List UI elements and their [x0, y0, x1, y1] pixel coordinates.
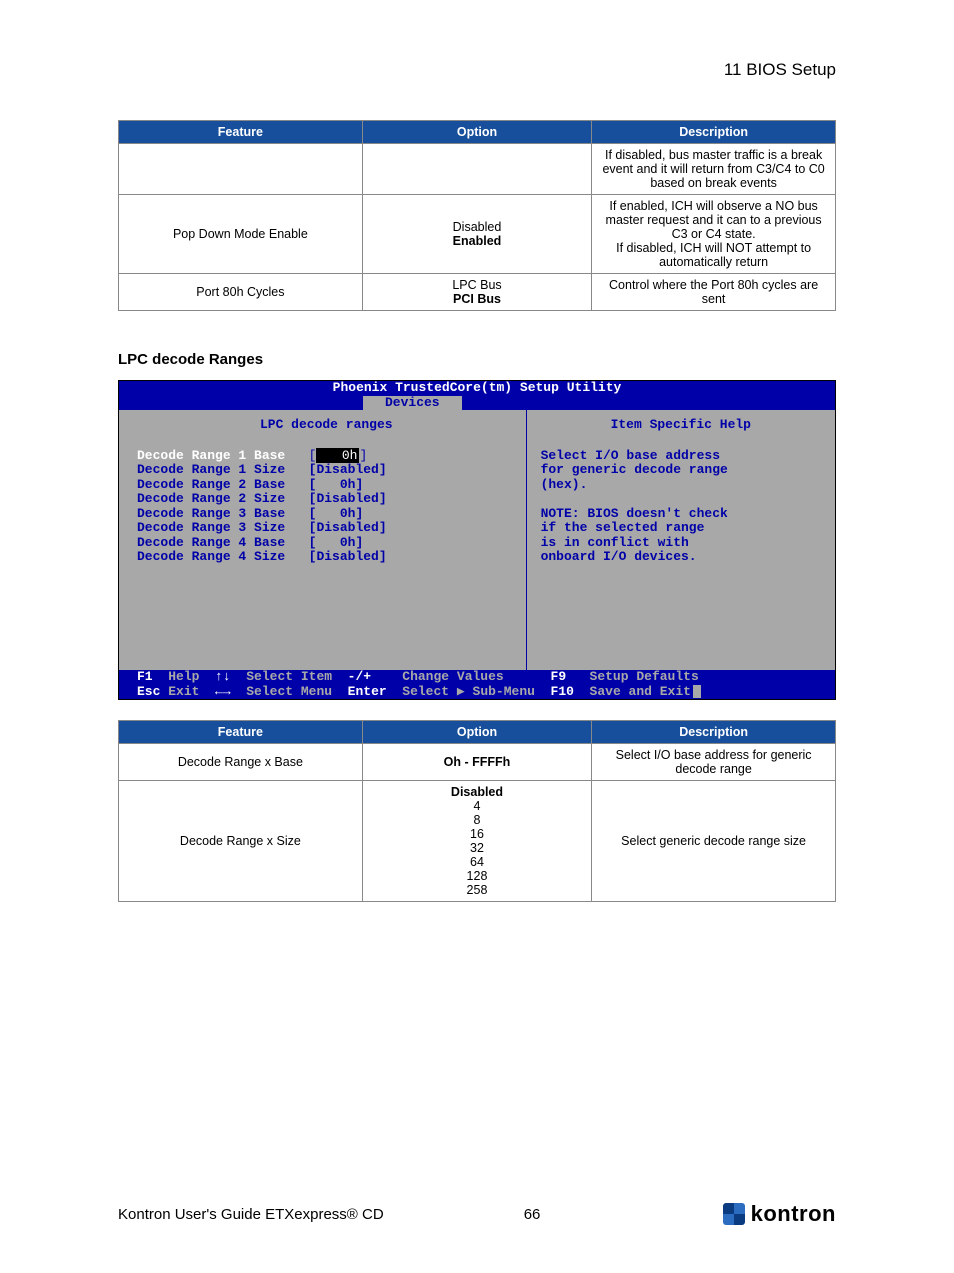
- cell-option: LPC BusPCI Bus: [362, 274, 591, 311]
- brand: kontron: [723, 1201, 836, 1227]
- bios-item: Decode Range 4 Base [ 0h]: [137, 536, 516, 551]
- table-row: Decode Range x BaseOh - FFFFhSelect I/O …: [119, 744, 836, 781]
- cell-feature: Port 80h Cycles: [119, 274, 363, 311]
- cell-description: Select I/O base address for generic deco…: [592, 744, 836, 781]
- table-row: If disabled, bus master traffic is a bre…: [119, 144, 836, 195]
- page-footer: Kontron User's Guide ETXexpress® CD 66 k…: [118, 1201, 836, 1227]
- bios-screenshot: Phoenix TrustedCore(tm) Setup Utility De…: [118, 380, 836, 700]
- th-feature: Feature: [119, 721, 363, 744]
- cell-option: DisabledEnabled: [362, 195, 591, 274]
- section-title: 11 BIOS Setup: [118, 60, 836, 80]
- bios-item: Decode Range 1 Base [ 0h]: [137, 449, 516, 464]
- bios-item: Decode Range 2 Base [ 0h]: [137, 478, 516, 493]
- table-row: Port 80h CyclesLPC BusPCI BusControl whe…: [119, 274, 836, 311]
- cell-description: If enabled, ICH will observe a NO bus ma…: [592, 195, 836, 274]
- bios-help-text: Select I/O base addressfor generic decod…: [541, 449, 821, 565]
- feature-table-1: Feature Option Description If disabled, …: [118, 120, 836, 311]
- bios-item: Decode Range 4 Size [Disabled]: [137, 550, 516, 565]
- cell-feature: Decode Range x Size: [119, 781, 363, 902]
- bios-left-heading: LPC decode ranges: [137, 418, 516, 433]
- cell-description: Select generic decode range size: [592, 781, 836, 902]
- cell-feature: Pop Down Mode Enable: [119, 195, 363, 274]
- th-description: Description: [592, 121, 836, 144]
- cell-feature: [119, 144, 363, 195]
- brand-logo-icon: [723, 1203, 745, 1225]
- cell-description: Control where the Port 80h cycles are se…: [592, 274, 836, 311]
- cell-option: [362, 144, 591, 195]
- cell-feature: Decode Range x Base: [119, 744, 363, 781]
- th-option: Option: [362, 721, 591, 744]
- cell-option: Disabled48163264128258: [362, 781, 591, 902]
- footer-left: Kontron User's Guide ETXexpress® CD: [118, 1206, 384, 1223]
- brand-name: kontron: [751, 1201, 836, 1227]
- table-row: Decode Range x SizeDisabled4816326412825…: [119, 781, 836, 902]
- bios-item: Decode Range 1 Size [Disabled]: [137, 463, 516, 478]
- cell-description: If disabled, bus master traffic is a bre…: [592, 144, 836, 195]
- footer-page: 66: [524, 1206, 541, 1223]
- bios-right-heading: Item Specific Help: [541, 418, 821, 433]
- bios-title: Phoenix TrustedCore(tm) Setup Utility: [119, 381, 835, 396]
- th-option: Option: [362, 121, 591, 144]
- bios-item: Decode Range 3 Size [Disabled]: [137, 521, 516, 536]
- bios-item: Decode Range 3 Base [ 0h]: [137, 507, 516, 522]
- bios-footer: F1 Help ↑↓ Select Item -/+ Change Values…: [119, 670, 835, 699]
- bios-item: Decode Range 2 Size [Disabled]: [137, 492, 516, 507]
- feature-table-2: Feature Option Description Decode Range …: [118, 720, 836, 902]
- bios-tabs: Devices: [119, 396, 835, 411]
- th-description: Description: [592, 721, 836, 744]
- subheading-lpc: LPC decode Ranges: [118, 351, 836, 368]
- bios-tab-devices: Devices: [363, 396, 462, 411]
- cell-option: Oh - FFFFh: [362, 744, 591, 781]
- table-row: Pop Down Mode EnableDisabledEnabledIf en…: [119, 195, 836, 274]
- th-feature: Feature: [119, 121, 363, 144]
